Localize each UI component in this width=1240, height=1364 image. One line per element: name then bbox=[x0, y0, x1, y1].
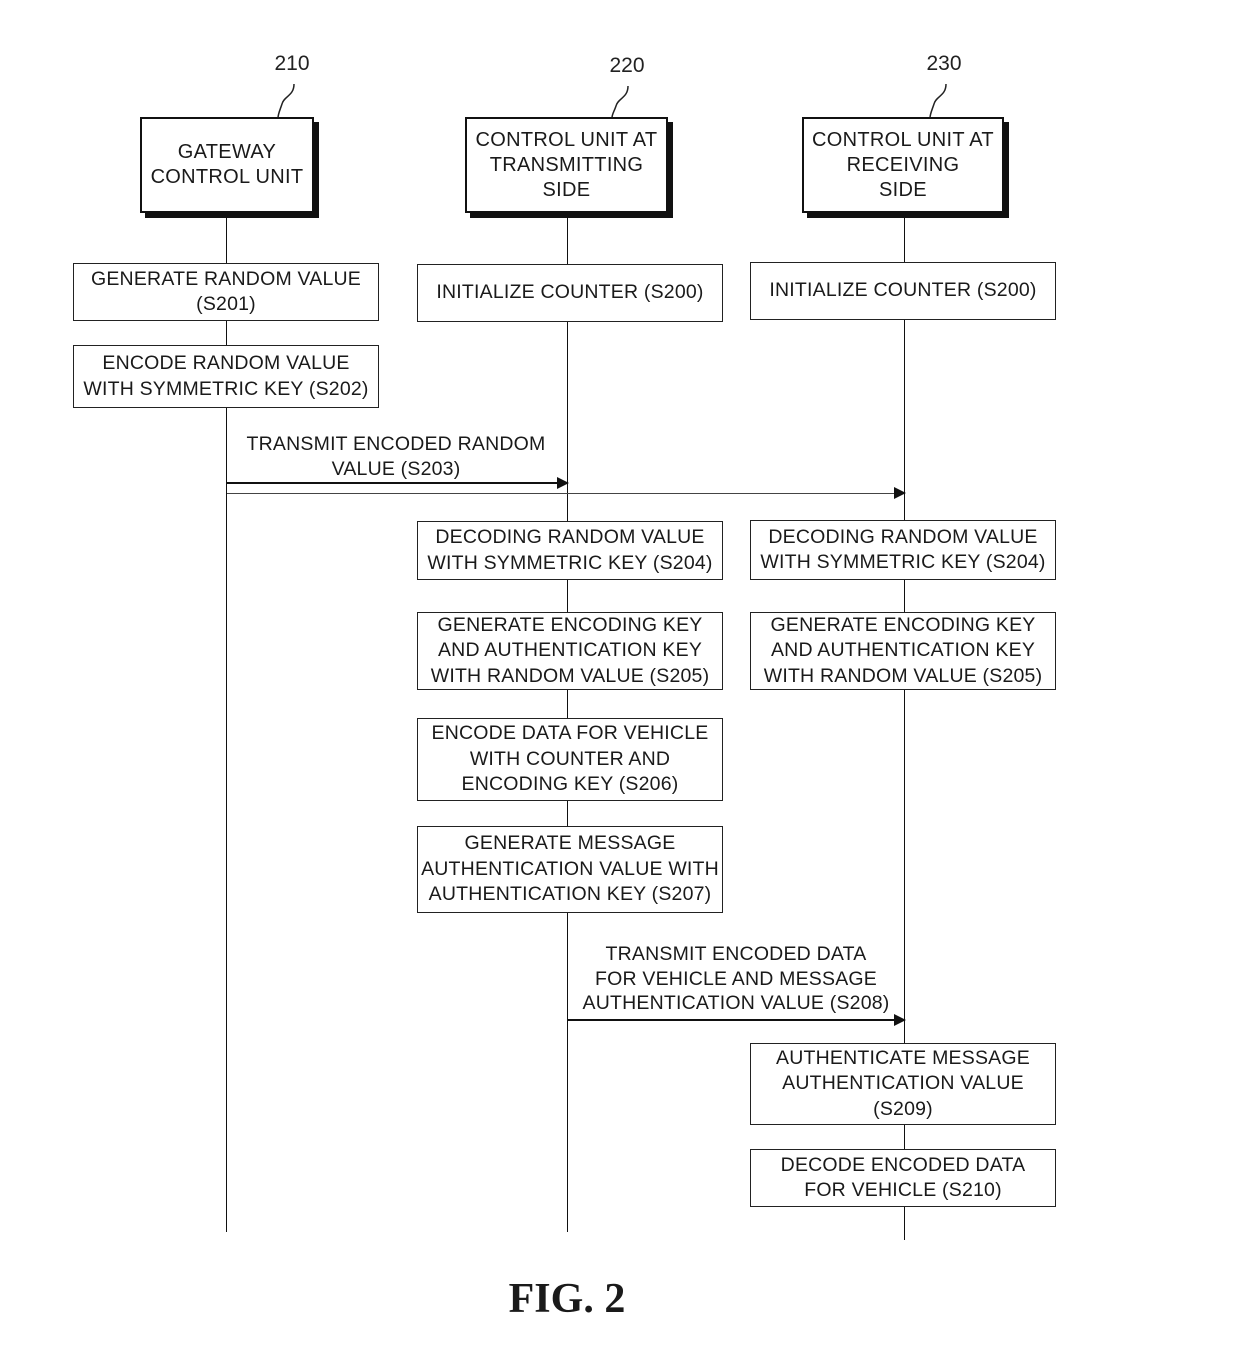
step-s201-generate-random-value: GENERATE RANDOM VALUE (S201) bbox=[73, 263, 379, 321]
step-s200-initialize-counter-transmitting: INITIALIZE COUNTER (S200) bbox=[417, 264, 723, 322]
step-s204-decoding-random-value-transmitting: DECODING RANDOM VALUE WITH SYMMETRIC KEY… bbox=[417, 521, 723, 580]
figure-caption: FIG. 2 bbox=[508, 1276, 626, 1322]
step-s206-encode-data: ENCODE DATA FOR VEHICLE WITH COUNTER AND… bbox=[417, 718, 723, 801]
ref-numeral-230: 230 bbox=[926, 52, 962, 75]
step-s202-encode-random-value: ENCODE RANDOM VALUE WITH SYMMETRIC KEY (… bbox=[73, 345, 379, 408]
step-s205-generate-keys-transmitting: GENERATE ENCODING KEY AND AUTHENTICATION… bbox=[417, 612, 723, 690]
arrow-s203-to-receiving bbox=[227, 487, 906, 499]
message-s203-label: TRANSMIT ENCODED RANDOM VALUE (S203) bbox=[246, 433, 546, 480]
arrow-s208-to-receiving bbox=[568, 1014, 906, 1026]
participant-control-unit-transmitting: CONTROL UNIT AT TRANSMITTING SIDE bbox=[465, 117, 668, 213]
step-s207-generate-mac: GENERATE MESSAGE AUTHENTICATION VALUE WI… bbox=[417, 826, 723, 913]
leader-line-230 bbox=[929, 83, 947, 119]
message-s208-label: TRANSMIT ENCODED DATA FOR VEHICLE AND ME… bbox=[582, 943, 890, 1014]
ref-numeral-210: 210 bbox=[274, 52, 310, 75]
leader-line-220 bbox=[611, 85, 629, 119]
participant-control-unit-receiving: CONTROL UNIT AT RECEIVING SIDE bbox=[802, 117, 1004, 213]
step-s209-authenticate-mac: AUTHENTICATE MESSAGE AUTHENTICATION VALU… bbox=[750, 1043, 1056, 1125]
step-s204-decoding-random-value-receiving: DECODING RANDOM VALUE WITH SYMMETRIC KEY… bbox=[750, 520, 1056, 580]
ref-numeral-220: 220 bbox=[609, 54, 645, 77]
participant-gateway-control-unit: GATEWAY CONTROL UNIT bbox=[140, 117, 314, 213]
arrow-s203-to-transmitting bbox=[227, 477, 569, 489]
leader-line-210 bbox=[277, 83, 295, 119]
step-s200-initialize-counter-receiving: INITIALIZE COUNTER (S200) bbox=[750, 262, 1056, 320]
step-s205-generate-keys-receiving: GENERATE ENCODING KEY AND AUTHENTICATION… bbox=[750, 612, 1056, 690]
step-s210-decode-data: DECODE ENCODED DATA FOR VEHICLE (S210) bbox=[750, 1149, 1056, 1207]
